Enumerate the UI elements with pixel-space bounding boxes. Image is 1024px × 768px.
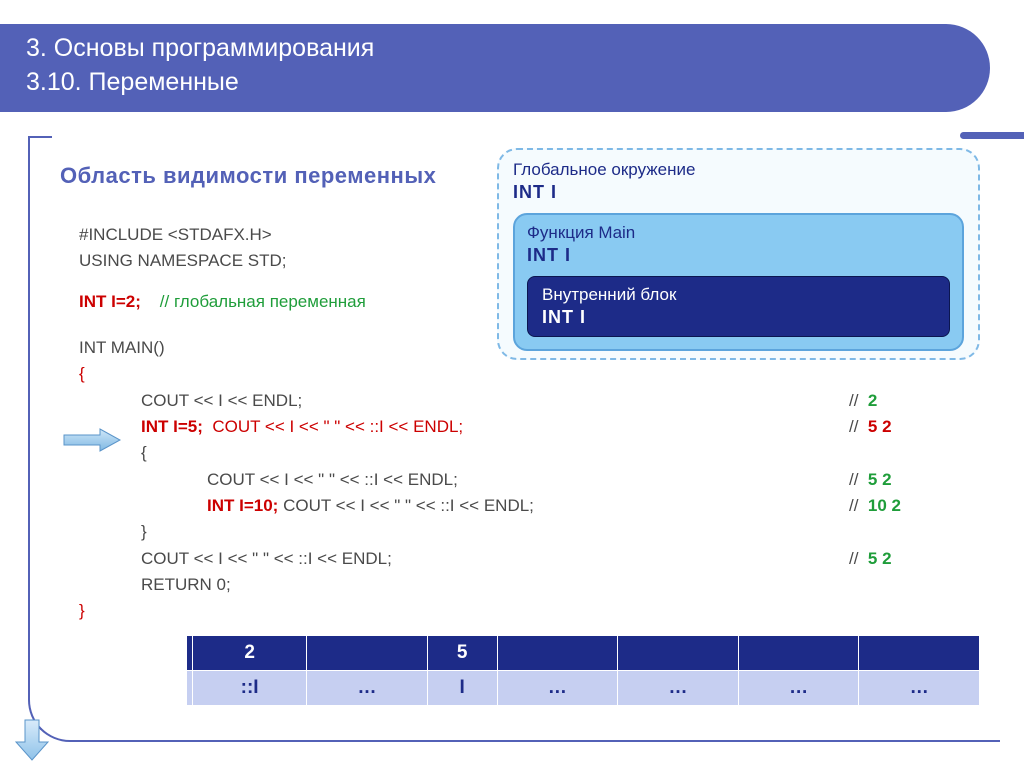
code-line: #INCLUDE <STDAFX.H> [79,222,989,248]
stack-cell [738,636,859,671]
stack-cell: … [307,671,428,706]
scope-global-decl: INT I [513,182,964,203]
nav-down-arrow-icon[interactable] [14,718,50,762]
stack-cell: 5 [427,636,497,671]
code-line: COUT << I << ENDL; // 2 [79,388,989,414]
title-banner: 3. Основы программирования 3.10. Перемен… [0,24,990,112]
stack-table: 2 5 ::I … I … … … … [186,635,980,706]
stack-cell: I [427,671,497,706]
slide: 3. Основы программирования 3.10. Перемен… [0,0,1024,768]
title-line-2: 3.10. Переменные [26,66,964,100]
stack-cell: … [738,671,859,706]
table-row: 2 5 [187,636,980,671]
code-line: { [79,361,989,387]
stack-cell: … [497,671,618,706]
code-line: RETURN 0; [79,572,989,598]
title-line-1: 3. Основы программирования [26,32,964,66]
code-line: INT I=2; // глобальная переменная [79,289,989,315]
scope-global-label: Глобальное окружение [513,160,964,180]
stack-cell: … [618,671,739,706]
code-line: } [79,598,989,624]
code-line: INT I=10; COUT << I << " " << ::I << END… [79,493,989,519]
stack-cell: 2 [193,636,307,671]
code-line: } [79,519,989,545]
code-blank [79,275,989,289]
stack-cell: ::I [193,671,307,706]
section-title: Область видимости переменных [60,163,436,189]
code-line: INT MAIN() [79,335,989,361]
code-line: { [79,440,989,466]
code-blank [79,315,989,335]
stack-cell [618,636,739,671]
table-row: ::I … I … … … … [187,671,980,706]
stack-cell [497,636,618,671]
code-line: COUT << I << " " << ::I << ENDL; // 5 2 [79,467,989,493]
code-line: INT I=5; COUT << I << " " << ::I << ENDL… [79,414,989,440]
code-block: #INCLUDE <STDAFX.H> USING NAMESPACE STD;… [79,222,989,625]
stack-cell [859,636,980,671]
pointer-arrow-icon [62,428,122,452]
code-line: COUT << I << " " << ::I << ENDL; // 5 2 [79,546,989,572]
stack-cell: … [859,671,980,706]
stack-cell [307,636,428,671]
code-line: USING NAMESPACE STD; [79,248,989,274]
